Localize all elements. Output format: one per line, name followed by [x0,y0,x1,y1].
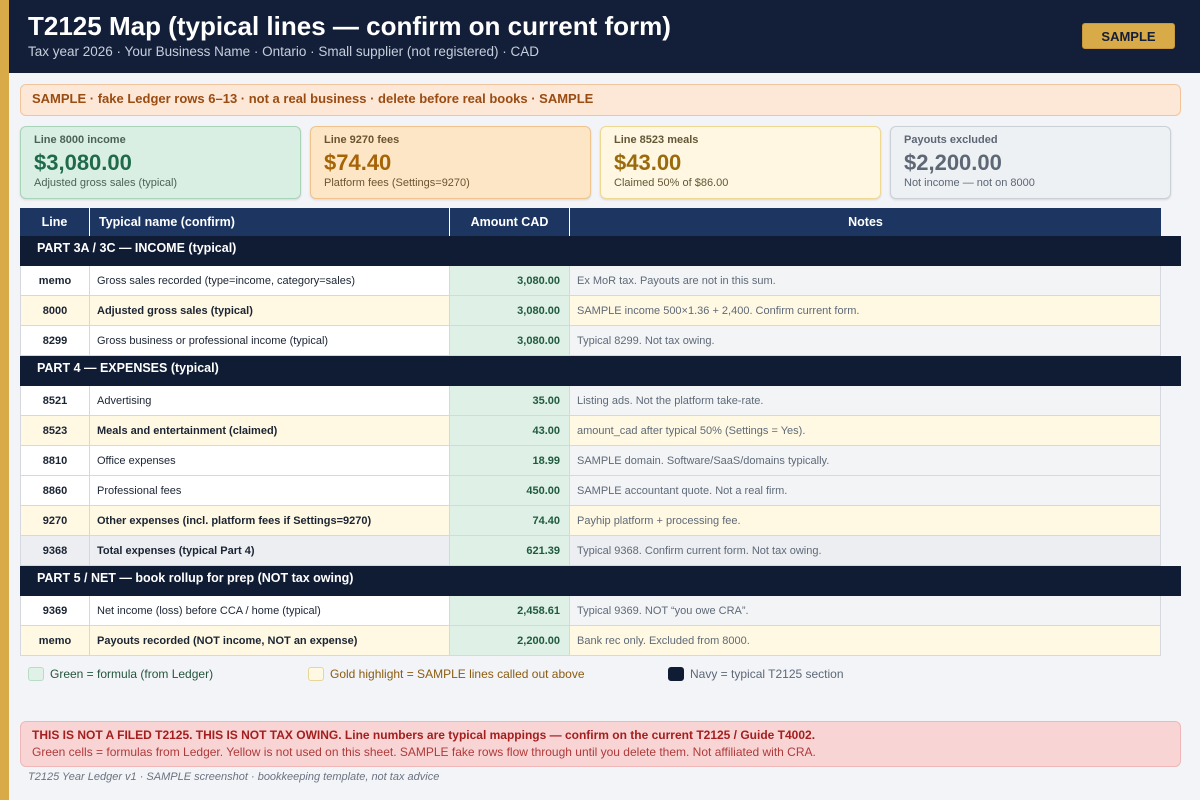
cell-notes[interactable]: SAMPLE accountant quote. Not a real firm… [570,476,1161,505]
cell-notes[interactable]: SAMPLE income 500×1.36 + 2,400. Confirm … [570,296,1161,325]
card-value: $2,200.00 [904,150,1002,175]
gold-swatch-icon [308,667,324,681]
cell-name[interactable]: Payouts recorded (NOT income, NOT an exp… [90,626,450,655]
column-header-amount[interactable]: Amount CAD [450,208,570,236]
card-description: Platform fees (Settings=9270) [324,177,470,189]
cell-line[interactable]: 8000 [20,296,90,325]
footer-text: T2125 Year Ledger v1 · SAMPLE screenshot… [28,771,440,783]
legend-label: Green = formula (from Ledger) [50,667,214,681]
table-row[interactable]: 9368 Total expenses (typical Part 4) 621… [20,536,1161,566]
cell-notes[interactable]: Bank rec only. Excluded from 8000. [570,626,1161,655]
cell-name[interactable]: Other expenses (incl. platform fees if S… [90,506,450,535]
card-value: $3,080.00 [34,150,132,175]
cell-line[interactable]: 9369 [20,596,90,625]
cell-amount[interactable]: 3,080.00 [450,326,570,355]
navy-swatch-icon [668,667,684,681]
table-row[interactable]: 8810 Office expenses 18.99 SAMPLE domain… [20,446,1161,476]
cell-line[interactable]: memo [20,626,90,655]
legend-section: Navy = typical T2125 section [668,667,844,681]
cell-notes[interactable]: Typical 8299. Not tax owing. [570,326,1161,355]
table-row[interactable]: 8523 Meals and entertainment (claimed) 4… [20,416,1161,446]
cell-line[interactable]: 8860 [20,476,90,505]
table-row[interactable]: memo Payouts recorded (NOT income, NOT a… [20,626,1161,656]
card-description: Claimed 50% of $86.00 [614,177,729,189]
column-header-notes[interactable]: Notes [570,208,1161,236]
column-header-name[interactable]: Typical name (confirm) [90,208,450,236]
cell-amount[interactable]: 3,080.00 [450,266,570,295]
income-summary-card: Line 8000 income $3,080.00 Adjusted gros… [20,126,301,199]
legend-label: Navy = typical T2125 section [690,667,844,681]
card-label: Line 9270 fees [324,134,400,146]
cell-amount[interactable]: 3,080.00 [450,296,570,325]
table-row[interactable]: 9270 Other expenses (incl. platform fees… [20,506,1161,536]
cell-notes[interactable]: Typical 9368. Confirm current form. Not … [570,536,1161,565]
legend-highlight: Gold highlight = SAMPLE lines called out… [308,667,585,681]
disclaimer-detail: Green cells = formulas from Ledger. Yell… [32,745,816,759]
cell-line[interactable]: 8299 [20,326,90,355]
page-title: T2125 Map (typical lines — confirm on cu… [28,11,671,41]
section-expenses[interactable]: PART 4 — EXPENSES (typical) [20,356,1181,386]
cell-name[interactable]: Meals and entertainment (claimed) [90,416,450,445]
cell-line[interactable]: 8523 [20,416,90,445]
cell-amount[interactable]: 74.40 [450,506,570,535]
cell-amount[interactable]: 43.00 [450,416,570,445]
cell-notes[interactable]: amount_cad after typical 50% (Settings =… [570,416,1161,445]
card-description: Not income — not on 8000 [904,177,1035,189]
cell-line[interactable]: 8521 [20,386,90,415]
disclaimer-box: THIS IS NOT A FILED T2125. THIS IS NOT T… [20,721,1181,767]
card-value: $74.40 [324,150,392,175]
meals-summary-card: Line 8523 meals $43.00 Claimed 50% of $8… [600,126,881,199]
cell-amount[interactable]: 2,458.61 [450,596,570,625]
cell-amount[interactable]: 2,200.00 [450,626,570,655]
table-row[interactable]: 8860 Professional fees 450.00 SAMPLE acc… [20,476,1161,506]
cell-name[interactable]: Advertising [90,386,450,415]
column-header-line[interactable]: Line [20,208,90,236]
green-swatch-icon [28,667,44,681]
cell-notes[interactable]: Payhip platform + processing fee. [570,506,1161,535]
table-row[interactable]: 8000 Adjusted gross sales (typical) 3,08… [20,296,1161,326]
legend-formula: Green = formula (from Ledger) [28,667,213,681]
table-row[interactable]: 9369 Net income (loss) before CCA / home… [20,596,1161,626]
card-label: Payouts excluded [904,134,998,146]
table-header: Line Typical name (confirm) Amount CAD N… [20,208,1161,236]
cell-line[interactable]: 9368 [20,536,90,565]
cell-name[interactable]: Professional fees [90,476,450,505]
card-label: Line 8523 meals [614,134,699,146]
page-header: T2125 Map (typical lines — confirm on cu… [9,0,1200,73]
table-row[interactable]: 8299 Gross business or professional inco… [20,326,1161,356]
cell-name[interactable]: Net income (loss) before CCA / home (typ… [90,596,450,625]
sample-warning-banner: SAMPLE · fake Ledger rows 6–13 · not a r… [20,84,1181,116]
cell-amount[interactable]: 18.99 [450,446,570,475]
legend-label: Gold highlight = SAMPLE lines called out… [330,667,585,681]
cell-notes[interactable]: Ex MoR tax. Payouts are not in this sum. [570,266,1161,295]
disclaimer-headline: THIS IS NOT A FILED T2125. THIS IS NOT T… [32,728,816,742]
card-value: $43.00 [614,150,682,175]
payouts-summary-card: Payouts excluded $2,200.00 Not income — … [890,126,1171,199]
page-subtitle: Tax year 2026 · Your Business Name · Ont… [28,44,539,59]
cell-amount[interactable]: 450.00 [450,476,570,505]
cell-line[interactable]: 8810 [20,446,90,475]
cell-name[interactable]: Gross sales recorded (type=income, categ… [90,266,450,295]
cell-name[interactable]: Adjusted gross sales (typical) [90,296,450,325]
cell-amount[interactable]: 35.00 [450,386,570,415]
cell-line[interactable]: memo [20,266,90,295]
table-row[interactable]: 8521 Advertising 35.00 Listing ads. Not … [20,386,1161,416]
cell-name[interactable]: Office expenses [90,446,450,475]
fees-summary-card: Line 9270 fees $74.40 Platform fees (Set… [310,126,591,199]
cell-name[interactable]: Gross business or professional income (t… [90,326,450,355]
table-row[interactable]: memo Gross sales recorded (type=income, … [20,266,1161,296]
cell-amount[interactable]: 621.39 [450,536,570,565]
left-accent-bar [0,0,9,800]
cell-notes[interactable]: SAMPLE domain. Software/SaaS/domains typ… [570,446,1161,475]
section-income[interactable]: PART 3A / 3C — INCOME (typical) [20,236,1181,266]
cell-line[interactable]: 9270 [20,506,90,535]
cell-notes[interactable]: Typical 9369. NOT “you owe CRA”. [570,596,1161,625]
section-net[interactable]: PART 5 / NET — book rollup for prep (NOT… [20,566,1181,596]
cell-notes[interactable]: Listing ads. Not the platform take-rate. [570,386,1161,415]
card-label: Line 8000 income [34,134,126,146]
cell-name[interactable]: Total expenses (typical Part 4) [90,536,450,565]
card-description: Adjusted gross sales (typical) [34,177,178,189]
sample-badge: SAMPLE [1082,23,1175,49]
